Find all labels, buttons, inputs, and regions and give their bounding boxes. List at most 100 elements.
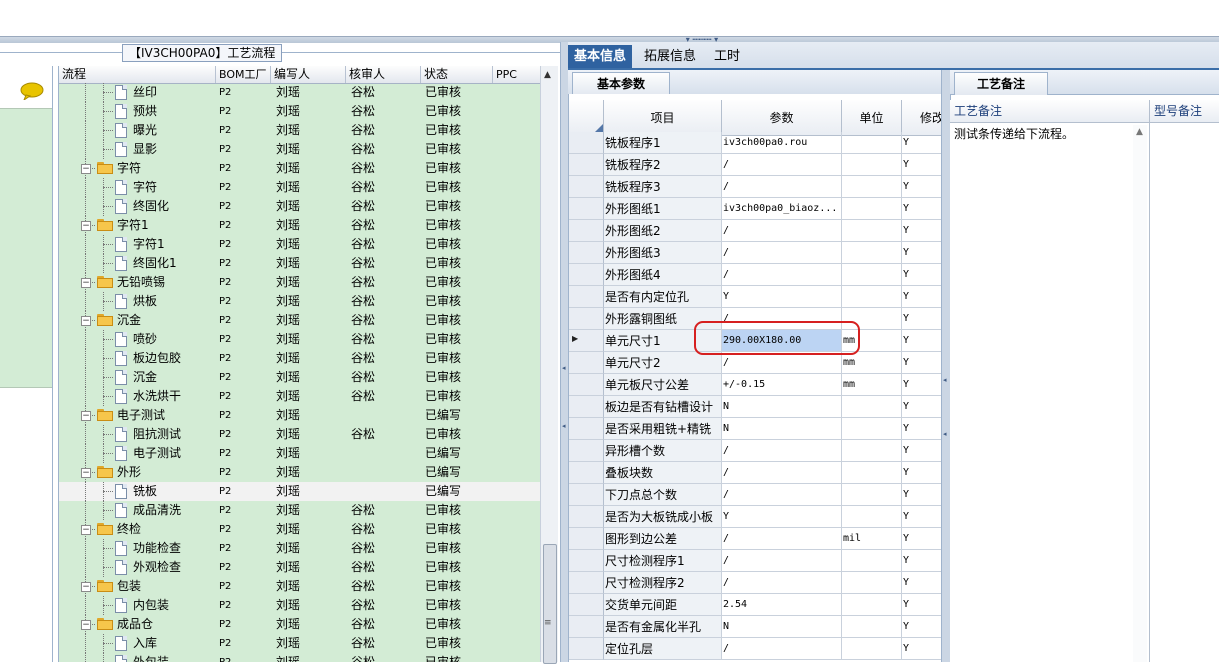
tree-item-row[interactable]: 字符1 P2 刘瑶 谷松 已审核 bbox=[59, 235, 541, 254]
param-row[interactable]: 尺寸检测程序2/ Y bbox=[569, 572, 942, 594]
param-row[interactable]: 是否采用粗铣+精铣 N Y bbox=[569, 418, 942, 440]
row-selector[interactable] bbox=[569, 242, 604, 264]
param-row[interactable]: 定位孔层 / Y bbox=[569, 638, 942, 660]
tree-node-label[interactable]: 内包装 bbox=[133, 596, 169, 615]
param-modify-cell[interactable]: Y bbox=[902, 506, 942, 528]
param-modify-cell[interactable]: Y bbox=[902, 528, 942, 550]
param-unit-cell[interactable] bbox=[842, 396, 902, 418]
col-header-model-note[interactable]: 型号备注 bbox=[1150, 100, 1219, 122]
param-modify-cell[interactable]: Y bbox=[902, 132, 942, 154]
param-unit-cell[interactable] bbox=[842, 462, 902, 484]
param-value-cell[interactable]: / bbox=[722, 220, 842, 242]
tree-item-row[interactable]: 丝印 P2 刘瑶 谷松 已审核 bbox=[59, 83, 541, 102]
param-unit-cell[interactable] bbox=[842, 484, 902, 506]
param-row[interactable]: 铣板程序3/ Y bbox=[569, 176, 942, 198]
param-unit-cell[interactable] bbox=[842, 264, 902, 286]
param-value-cell[interactable]: / bbox=[722, 462, 842, 484]
param-unit-cell[interactable] bbox=[842, 154, 902, 176]
param-unit-cell[interactable] bbox=[842, 616, 902, 638]
col-header-param[interactable]: 参数 bbox=[722, 100, 842, 136]
splitter-arrow-icon[interactable]: ◂ bbox=[562, 364, 566, 372]
param-modify-cell[interactable]: Y bbox=[902, 462, 942, 484]
tree-item-row[interactable]: 功能检查 P2 刘瑶 谷松 已审核 bbox=[59, 539, 541, 558]
tree-folder-row[interactable]: − 电子测试 P2 刘瑶 已编写 bbox=[59, 406, 541, 425]
note-scrollbar[interactable]: ▲ bbox=[1133, 125, 1147, 662]
param-row[interactable]: 叠板块数 / Y bbox=[569, 462, 942, 484]
param-modify-cell[interactable]: Y bbox=[902, 220, 942, 242]
row-selector[interactable] bbox=[569, 462, 604, 484]
tree-folder-row[interactable]: − 沉金 P2 刘瑶 谷松 已审核 bbox=[59, 311, 541, 330]
tree-folder-row[interactable]: − 包装 P2 刘瑶 谷松 已审核 bbox=[59, 577, 541, 596]
param-modify-cell[interactable]: Y bbox=[902, 572, 942, 594]
param-modify-cell[interactable]: Y bbox=[902, 374, 942, 396]
tree-node-label[interactable]: 铣板 bbox=[133, 482, 157, 501]
tree-item-row[interactable]: 字符 P2 刘瑶 谷松 已审核 bbox=[59, 178, 541, 197]
param-modify-cell[interactable]: Y bbox=[902, 616, 942, 638]
splitter-arrow-icon[interactable]: ◂ bbox=[943, 430, 947, 438]
tree-node-label[interactable]: 终固化1 bbox=[133, 254, 177, 273]
tree-item-row[interactable]: 成品清洗 P2 刘瑶 谷松 已审核 bbox=[59, 501, 541, 520]
row-selector[interactable] bbox=[569, 550, 604, 572]
param-modify-cell[interactable]: Y bbox=[902, 198, 942, 220]
tree-item-row[interactable]: 阻抗测试 P2 刘瑶 谷松 已审核 bbox=[59, 425, 541, 444]
tree-node-label[interactable]: 终固化 bbox=[133, 197, 169, 216]
col-header-unit[interactable]: 单位 bbox=[842, 100, 902, 136]
collapse-toggle-icon[interactable]: − bbox=[81, 525, 91, 535]
params-panel-title[interactable]: 基本参数 bbox=[572, 72, 670, 95]
param-modify-cell[interactable]: Y bbox=[902, 396, 942, 418]
param-row[interactable]: 是否有金属化半孔 N Y bbox=[569, 616, 942, 638]
col-header-ppc[interactable]: PPC bbox=[493, 66, 541, 83]
param-value-cell[interactable]: / bbox=[722, 154, 842, 176]
tree-node-label[interactable]: 外形 bbox=[117, 463, 141, 482]
tree-node-label[interactable]: 丝印 bbox=[133, 83, 157, 102]
tree-item-row[interactable]: 曝光 P2 刘瑶 谷松 已审核 bbox=[59, 121, 541, 140]
param-value-cell[interactable]: / bbox=[722, 352, 842, 374]
row-selector[interactable] bbox=[569, 154, 604, 176]
tree-item-row[interactable]: 喷砂 P2 刘瑶 谷松 已审核 bbox=[59, 330, 541, 349]
param-row[interactable]: 外形图纸2/ Y bbox=[569, 220, 942, 242]
tree-vertical-scrollbar[interactable]: ▲ ≡ bbox=[540, 66, 558, 664]
tree-node-label[interactable]: 曝光 bbox=[133, 121, 157, 140]
param-unit-cell[interactable] bbox=[842, 418, 902, 440]
tree-node-label[interactable]: 沉金 bbox=[133, 368, 157, 387]
tree-item-row[interactable]: 沉金 P2 刘瑶 谷松 已审核 bbox=[59, 368, 541, 387]
tree-node-label[interactable]: 功能检查 bbox=[133, 539, 181, 558]
splitter-arrow-icon[interactable]: ◂ bbox=[562, 422, 566, 430]
param-unit-cell[interactable] bbox=[842, 220, 902, 242]
param-unit-cell[interactable] bbox=[842, 572, 902, 594]
comment-bubble-icon[interactable] bbox=[20, 82, 44, 100]
param-value-cell[interactable]: iv3ch00pa0.rou bbox=[722, 132, 842, 154]
param-row[interactable]: 下刀点总个数 / Y bbox=[569, 484, 942, 506]
param-modify-cell[interactable]: Y bbox=[902, 484, 942, 506]
param-value-cell[interactable]: Y bbox=[722, 506, 842, 528]
tree-folder-row[interactable]: − 终检 P2 刘瑶 谷松 已审核 bbox=[59, 520, 541, 539]
param-modify-cell[interactable]: Y bbox=[902, 550, 942, 572]
param-row[interactable]: 外形图纸1 iv3ch00pa0_biaoz... Y bbox=[569, 198, 942, 220]
param-modify-cell[interactable]: Y bbox=[902, 154, 942, 176]
tree-item-row[interactable]: 外包装 P2 刘瑶 谷松 已审核 bbox=[59, 653, 541, 662]
scroll-up-icon[interactable]: ▲ bbox=[1136, 127, 1143, 137]
param-modify-cell[interactable]: Y bbox=[902, 330, 942, 352]
model-note-area[interactable] bbox=[1150, 123, 1219, 662]
param-modify-cell[interactable]: Y bbox=[902, 418, 942, 440]
param-value-cell[interactable]: / bbox=[722, 528, 842, 550]
param-value-cell[interactable]: 2.54 bbox=[722, 594, 842, 616]
tree-item-row[interactable]: 显影 P2 刘瑶 谷松 已审核 bbox=[59, 140, 541, 159]
tab-basic-info[interactable]: 基本信息 bbox=[568, 45, 633, 68]
col-header-process-note[interactable]: 工艺备注 bbox=[950, 100, 1150, 122]
tree-node-label[interactable]: 成品清洗 bbox=[133, 501, 181, 520]
tree-node-label[interactable]: 阻抗测试 bbox=[133, 425, 181, 444]
col-header-writer[interactable]: 编写人 bbox=[271, 66, 346, 83]
tree-item-row[interactable]: 电子测试 P2 刘瑶 已编写 bbox=[59, 444, 541, 463]
param-row[interactable]: 交货单元间距 2.54 Y bbox=[569, 594, 942, 616]
tree-node-label[interactable]: 入库 bbox=[133, 634, 157, 653]
process-note-text[interactable]: 测试条传递给下流程。 bbox=[954, 125, 1074, 142]
param-value-cell[interactable]: / bbox=[722, 440, 842, 462]
param-unit-cell[interactable] bbox=[842, 594, 902, 616]
param-value-cell[interactable]: / bbox=[722, 638, 842, 660]
row-selector[interactable] bbox=[569, 572, 604, 594]
row-selector[interactable] bbox=[569, 374, 604, 396]
tree-node-label[interactable]: 电子测试 bbox=[117, 406, 165, 425]
param-unit-cell[interactable] bbox=[842, 242, 902, 264]
param-value-cell[interactable]: / bbox=[722, 242, 842, 264]
